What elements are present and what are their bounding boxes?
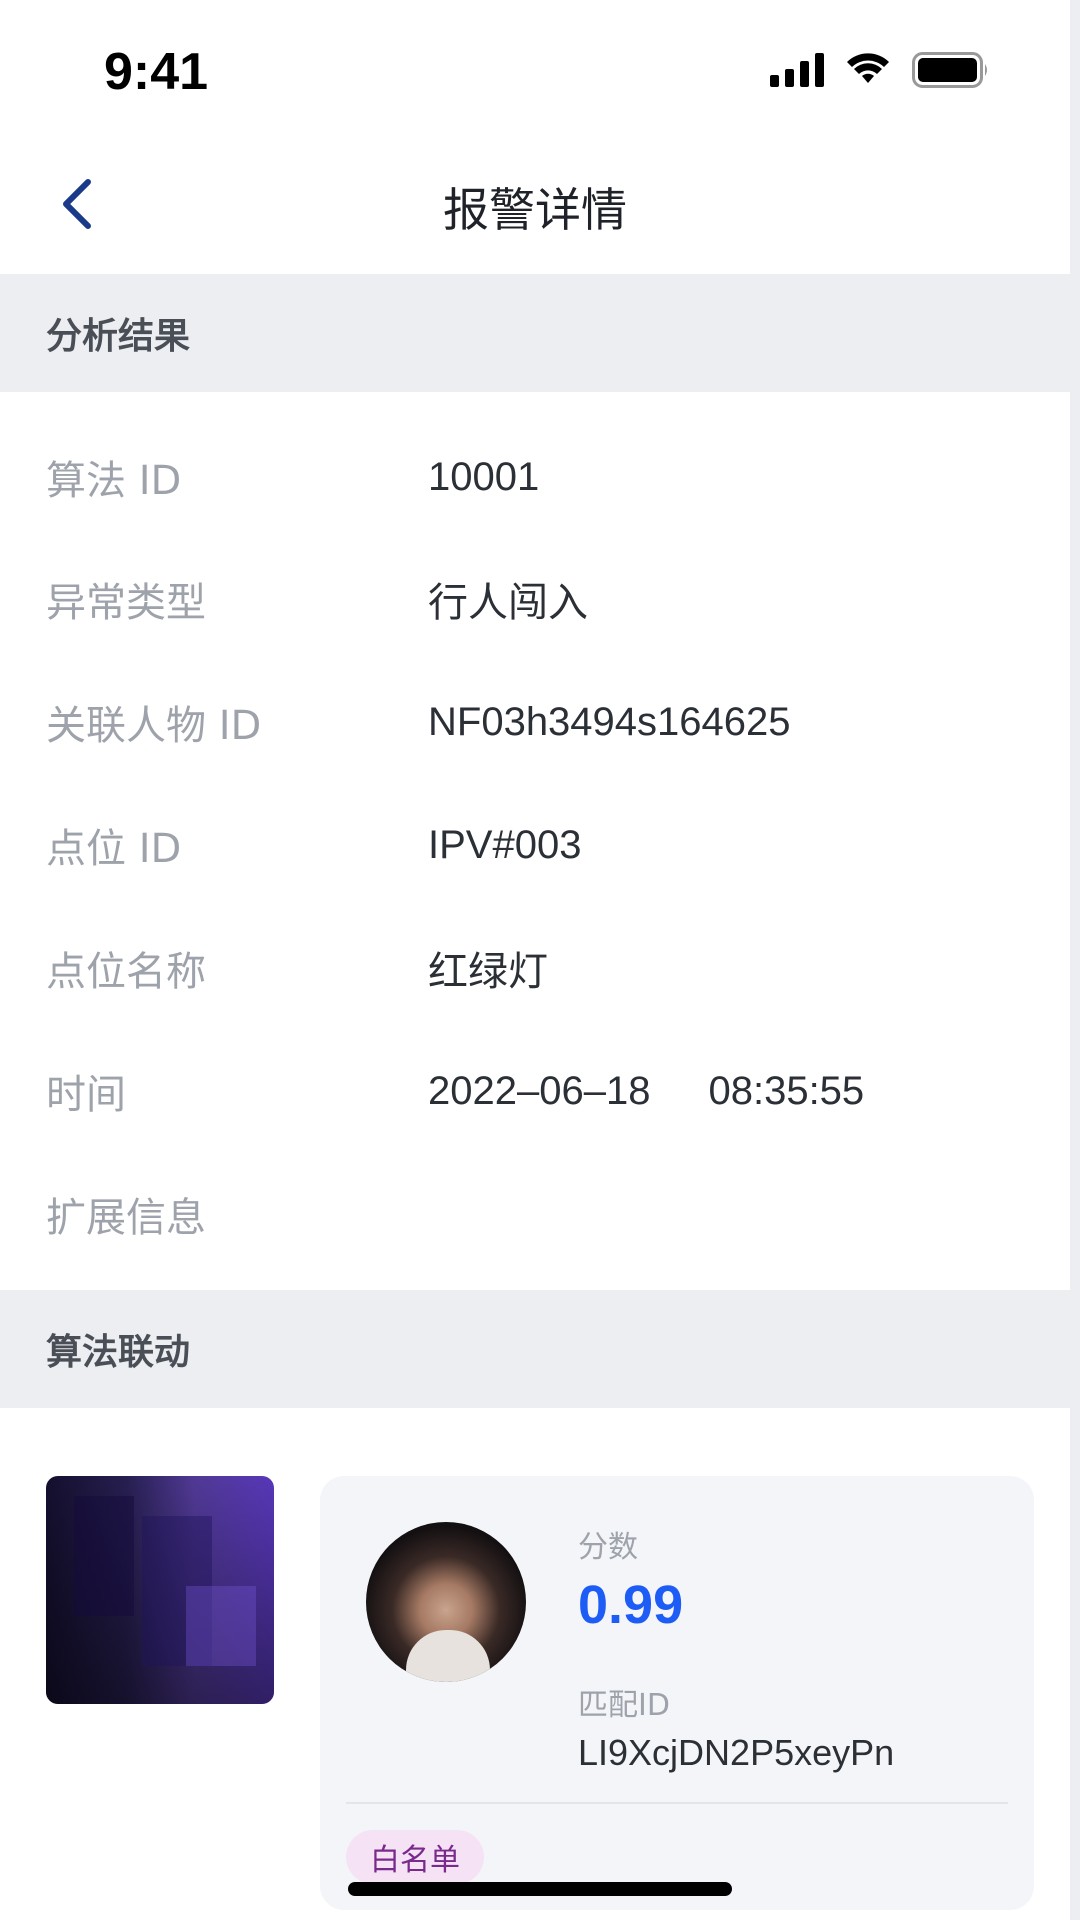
avatar	[366, 1522, 526, 1682]
row-value-datetime: 2022–06–18 08:35:55	[428, 1069, 864, 1114]
detail-row-point-name: 点位名称 红绿灯	[0, 907, 1080, 1029]
status-icons	[770, 52, 990, 88]
whitelist-tag: 白名单	[346, 1830, 484, 1884]
match-id-label: 匹配ID	[578, 1688, 670, 1723]
divider	[346, 1802, 1008, 1804]
time-value: 08:35:55	[708, 1068, 865, 1113]
section-header-linkage: 算法联动	[0, 1290, 1080, 1408]
score-value: 0.99	[578, 1575, 684, 1635]
capture-thumbnail[interactable]	[46, 1476, 274, 1704]
match-id-value: LI9XcjDN2P5xeyPn	[578, 1732, 895, 1773]
detail-row-anomaly-type: 异常类型 行人闯入	[0, 538, 1080, 660]
nav-bar: 报警详情	[0, 140, 1070, 274]
row-label: 点位 ID	[46, 826, 182, 872]
row-label: 异常类型	[46, 580, 206, 626]
score-label: 分数	[578, 1530, 638, 1565]
row-label: 点位名称	[46, 949, 206, 995]
row-value: NF03h3494s164625	[428, 699, 791, 744]
row-label: 扩展信息	[46, 1195, 206, 1241]
row-label: 算法 ID	[46, 458, 182, 504]
row-value: 10001	[428, 454, 540, 499]
home-indicator[interactable]	[348, 1882, 732, 1896]
match-card[interactable]: 分数 0.99 匹配ID LI9XcjDN2P5xeyPn 白名单	[320, 1476, 1034, 1910]
battery-icon	[912, 52, 990, 88]
row-value: 红绿灯	[428, 950, 548, 994]
alarm-detail-screen: 9:41 报警详情 分析结果 算法 ID 10001 异常类型 行人闯入 关联人…	[0, 0, 1080, 1920]
detail-row-extended-info: 扩展信息	[0, 1153, 1080, 1275]
status-bar: 9:41	[0, 0, 1070, 140]
row-label: 关联人物 ID	[46, 703, 262, 749]
row-value: IPV#003	[428, 822, 582, 867]
page-title: 报警详情	[443, 183, 627, 237]
cellular-signal-icon	[770, 53, 824, 87]
date-value: 2022–06–18	[428, 1068, 651, 1113]
detail-row-point-id: 点位 ID IPV#003	[0, 784, 1080, 906]
wifi-icon	[846, 53, 890, 87]
detail-row-related-person-id: 关联人物 ID NF03h3494s164625	[0, 661, 1080, 783]
section-header-analysis: 分析结果	[0, 274, 1080, 392]
detail-row-algorithm-id: 算法 ID 10001	[0, 416, 1080, 538]
detail-row-time: 时间 2022–06–18 08:35:55	[0, 1030, 1080, 1152]
status-time: 9:41	[104, 43, 209, 101]
row-label: 时间	[46, 1072, 126, 1118]
row-value: 行人闯入	[428, 581, 588, 625]
